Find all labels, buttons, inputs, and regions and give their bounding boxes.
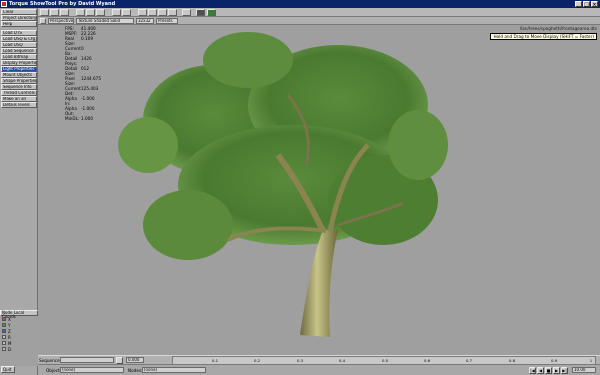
nodes-label: Nodes: [128, 368, 143, 373]
quit-button[interactable]: Quit [1, 366, 15, 373]
maximize-icon[interactable]: □ [583, 1, 590, 8]
details-levels-button[interactable]: Details levels [1, 102, 37, 108]
sequence-options-button[interactable] [116, 357, 123, 364]
axis-y-swatch [2, 323, 6, 327]
toolbar-button-14[interactable] [196, 9, 205, 16]
step-back-icon[interactable]: ◀ [537, 367, 544, 374]
minimize-icon[interactable]: _ [575, 1, 582, 8]
axis-x-label: X [8, 316, 11, 322]
left-sidebar: Clear Project Directory Help Load DTS Lo… [0, 8, 38, 375]
tick-label: 0.7 [465, 358, 473, 363]
toolbar-button-10[interactable] [148, 9, 157, 16]
stop-icon[interactable]: ■ [545, 367, 552, 374]
node-coords-panel: Node Local Coords X Y Z R M D [0, 310, 38, 366]
3d-viewport[interactable]: FPS: 41.400 MSPF: 22.226 Real Size: 0.109 C… [38, 25, 600, 355]
toolbar-button-2[interactable] [50, 9, 59, 16]
toolbar-button-4[interactable] [76, 9, 85, 16]
time-field[interactable]: 0.000 [126, 357, 144, 363]
presets-dropdown[interactable]: Presets [156, 18, 178, 24]
axis-d[interactable]: D [0, 346, 38, 352]
axis-d-label: D [8, 346, 12, 352]
shading-dropdown[interactable]: Texture Shaded Solid [76, 18, 134, 24]
sequence-dropdown[interactable] [60, 357, 114, 363]
toolbar-button-5[interactable] [86, 9, 95, 16]
axis-d-swatch [2, 347, 6, 351]
tick-label: 1 [589, 358, 593, 363]
toolbar-button-12[interactable] [168, 9, 177, 16]
camera-dropdown[interactable]: Perspective [48, 18, 74, 24]
tree-model [118, 32, 448, 337]
view-toggle-button[interactable] [40, 18, 46, 24]
tick-label: 0.2 [253, 358, 261, 363]
tick-label: 0.3 [296, 358, 304, 363]
title-bar: Torque ShowTool Pro by David Wyand _ □ × [0, 0, 600, 8]
help-dropdown[interactable]: Help [1, 21, 37, 27]
nodes-dropdown[interactable]: (none) [142, 367, 206, 373]
view-options-bar: Perspective Texture Shaded Solid 32x32 P… [38, 17, 600, 25]
play-icon[interactable]: ▶ [553, 367, 560, 374]
grid-size-dropdown[interactable]: 32x32 [136, 18, 154, 24]
tick-label: 0.1 [211, 358, 219, 363]
window-title: Torque ShowTool Pro by David Wyand [9, 1, 116, 7]
axis-x-swatch [2, 317, 6, 321]
toolbar-button-7[interactable] [112, 9, 121, 16]
sequence-label: Sequence: [39, 358, 62, 363]
tick-label: 0.6 [423, 358, 431, 363]
toolbar-button-9[interactable] [138, 9, 147, 16]
axis-r-label: R [8, 334, 11, 340]
toolbar-button-6[interactable] [96, 9, 105, 16]
axis-z-swatch [2, 329, 6, 333]
tick-label: 0.8 [508, 358, 516, 363]
toolbar-button-15[interactable] [207, 9, 216, 16]
tick-label: 0.5 [381, 358, 389, 363]
timeline-bar: Sequence: 0.000 0.1 0.2 0.3 0.4 0.5 0.6 … [38, 355, 600, 365]
toolbar-button-8[interactable] [122, 9, 131, 16]
go-start-icon[interactable]: |◀ [529, 367, 536, 374]
go-end-icon[interactable]: ▶| [561, 367, 568, 374]
bottom-controls: Objects: (none) Nodes: (none) |◀ ◀ ■ ▶ ▶… [38, 364, 600, 375]
toolbar-button-13[interactable] [182, 9, 191, 16]
axis-r-swatch [2, 335, 6, 339]
end-time-field[interactable]: 10.00 [572, 367, 596, 373]
axis-m-label: M [8, 340, 12, 346]
app-icon [1, 1, 7, 7]
axis-m-swatch [2, 341, 6, 345]
close-icon[interactable]: × [591, 1, 598, 8]
toolbar-button-11[interactable] [158, 9, 167, 16]
axis-y-label: Y [8, 322, 11, 328]
toolbar-button-1[interactable] [40, 9, 49, 16]
tick-label: 0.4 [338, 358, 346, 363]
objects-dropdown[interactable]: (none) [60, 367, 124, 373]
axis-z-label: Z [8, 328, 11, 334]
tree-canopy [118, 32, 448, 260]
toolbar-button-3[interactable] [60, 9, 69, 16]
main-toolbar [0, 8, 600, 17]
window-controls: _ □ × [575, 1, 598, 8]
tick-label: 0.9 [550, 358, 558, 363]
